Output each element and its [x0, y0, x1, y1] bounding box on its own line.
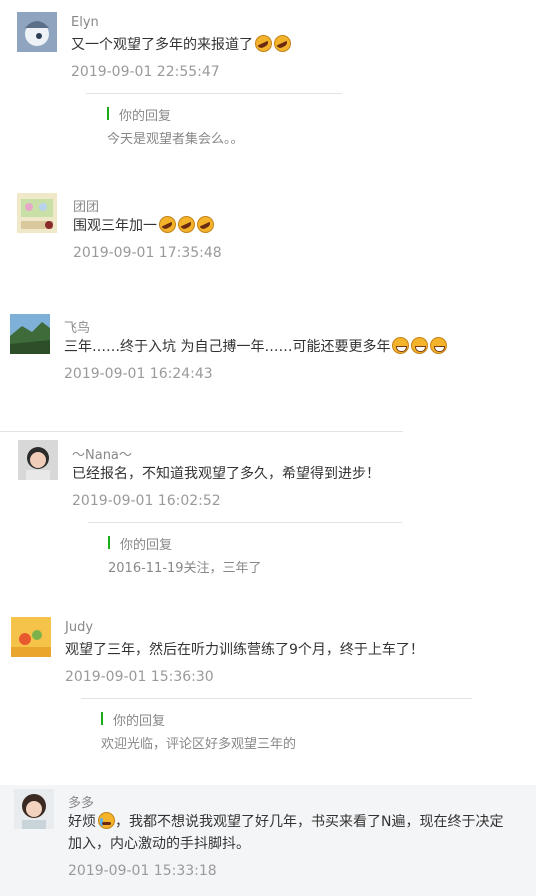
grin-icon	[392, 337, 410, 354]
laugh-icon	[159, 216, 176, 233]
laugh-icon	[274, 35, 291, 52]
reply-label: 你的回复	[120, 538, 173, 553]
avatar[interactable]	[14, 789, 54, 829]
cry-icon	[98, 812, 115, 829]
comment-text: 又一个观望了多年的来报道了	[71, 35, 291, 56]
avatar[interactable]	[18, 440, 58, 480]
commenter-name: 多多	[68, 796, 95, 811]
reply-accent-bar	[108, 536, 110, 549]
laugh-icon	[255, 35, 272, 52]
divider	[81, 698, 472, 699]
grin-icon	[411, 337, 429, 354]
comment-time: 2019-09-01 15:36:30	[65, 669, 214, 685]
comment-text: 三年……终于入坑 为自己搏一年……可能还要更多年	[64, 337, 448, 358]
reply-label: 你的回复	[113, 714, 166, 729]
reply-text: 今天是观望者集会么。。	[107, 132, 244, 147]
reply-label: 你的回复	[119, 109, 172, 124]
comment-text: 已经报名，不知道我观望了多久，希望得到进步！	[72, 466, 380, 482]
avatar[interactable]	[11, 617, 51, 657]
reply-text: 2016-11-19关注，三年了	[108, 561, 262, 576]
avatar[interactable]	[10, 314, 50, 354]
reply-accent-bar	[101, 712, 103, 725]
commenter-name: 团团	[73, 200, 100, 215]
commenter-name: Elyn	[71, 15, 99, 30]
grin-icon	[430, 337, 448, 354]
commenter-name: Judy	[65, 620, 94, 635]
comment-text: 观望了三年，然后在听力训练营练了9个月，终于上车了！	[65, 642, 424, 658]
comment-text: 围观三年加一	[73, 216, 214, 237]
comment-text-line2: 加入，内心激动的手抖脚抖。	[68, 836, 250, 852]
laugh-icon	[197, 216, 214, 233]
comment-time: 2019-09-01 22:55:47	[71, 64, 220, 80]
divider	[88, 522, 402, 523]
comment-time: 2019-09-01 15:33:18	[68, 863, 217, 879]
laugh-icon	[178, 216, 195, 233]
divider	[0, 431, 403, 432]
comment-time: 2019-09-01 17:35:48	[73, 245, 222, 261]
reply-accent-bar	[107, 107, 109, 120]
avatar[interactable]	[17, 193, 57, 233]
commenter-name: ～Nana～	[72, 448, 132, 463]
commenter-name: 飞鸟	[64, 321, 91, 336]
comment-text: 好烦 ，我都不想说我观望了好几年，书买来看了N遍，现在终于决定	[68, 812, 504, 830]
divider	[86, 93, 342, 94]
comment-time: 2019-09-01 16:02:52	[72, 493, 221, 509]
avatar[interactable]	[17, 12, 57, 52]
reply-text: 欢迎光临，评论区好多观望三年的	[101, 737, 297, 752]
comment-time: 2019-09-01 16:24:43	[64, 366, 213, 382]
